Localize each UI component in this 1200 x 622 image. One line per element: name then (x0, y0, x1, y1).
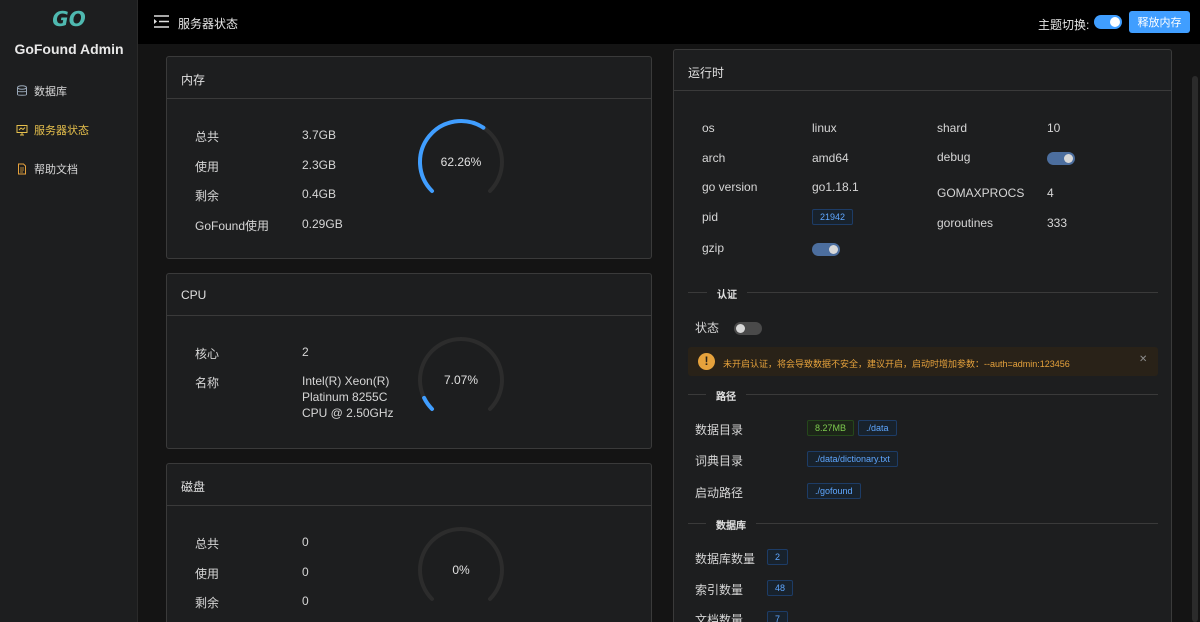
theme-switch-label: 主题切换: (1038, 18, 1090, 32)
sidebar-item-label: 服务器状态 (34, 125, 89, 137)
runtime-goversion-value: go1.18.1 (812, 180, 859, 194)
card-title: 磁盘 (181, 480, 206, 494)
disk-free-label: 剩余 (195, 596, 220, 610)
svg-text:GO: GO (52, 8, 85, 30)
index-count-tag: 48 (767, 580, 794, 596)
disk-total-label: 总共 (195, 537, 220, 551)
runtime-os-key: os (702, 121, 715, 135)
memory-gauge-text: 62.26% (440, 155, 482, 169)
card-divider (167, 315, 651, 316)
cpu-card: CPU 核心 2 名称 Intel(R) Xeon(R) Platinum 82… (166, 273, 652, 449)
memory-total-value: 3.7GB (302, 128, 337, 142)
card-title: 内存 (181, 73, 206, 87)
db-count-label: 数据库数量 (695, 552, 756, 566)
card-title: CPU (181, 288, 207, 302)
auth-status-switch[interactable] (734, 322, 762, 335)
cpu-name-label: 名称 (195, 376, 220, 390)
data-dir-label: 数据目录 (695, 423, 744, 437)
theme-toggle[interactable] (1094, 15, 1122, 29)
disk-used-value: 0 (302, 565, 309, 579)
debug-switch[interactable] (1047, 152, 1075, 165)
db-count-tag: 2 (767, 549, 789, 565)
cpu-name-value: Intel(R) Xeon(R) Platinum 8255C CPU @ 2.… (302, 373, 394, 421)
disk-free-value: 0 (302, 594, 309, 608)
path-section-label: 路径 (706, 388, 746, 403)
runtime-goroutines-key: goroutines (937, 216, 994, 230)
sidebar-item-label: 数据库 (34, 86, 67, 98)
data-dir-path-tag: ./data (858, 420, 897, 436)
sidebar-item-database[interactable]: 数据库 (16, 81, 67, 101)
memory-free-label: 剩余 (195, 189, 220, 203)
auth-warning-text: 未开启认证，将会导致数据不安全，建议开启，启动时增加参数：--auth=admi… (723, 359, 1070, 369)
dictionary-dir-label: 词典目录 (695, 454, 744, 468)
runtime-goversion-key: go version (702, 180, 758, 194)
memory-card: 内存 总共 3.7GB 使用 2.3GB 剩余 0.4GB GoFound使用 … (166, 56, 652, 259)
close-icon[interactable]: ✕ (1139, 354, 1147, 365)
runtime-debug-key: debug (937, 150, 971, 164)
runtime-os-value: linux (812, 121, 837, 135)
exclamation-icon: ! (698, 353, 715, 370)
doc-count-label: 文档数量 (695, 613, 744, 622)
gofound-logo: GO (50, 7, 88, 31)
document-icon (18, 163, 26, 175)
memory-gofound-value: 0.29GB (302, 217, 343, 231)
cpu-name-line: Platinum 8255C (302, 390, 388, 404)
sidebar: GO GoFound Admin 数据库 服务器状态 帮助文档 (0, 0, 138, 622)
card-title: 运行时 (688, 66, 725, 80)
sidebar-item-label: 帮助文档 (34, 164, 78, 176)
auth-status-label: 状态 (695, 321, 720, 335)
card-divider (167, 98, 651, 99)
disk-total-value: 0 (302, 535, 309, 549)
cpu-name-line: Intel(R) Xeon(R) (302, 374, 390, 388)
memory-gofound-label: GoFound使用 (195, 219, 270, 233)
cpu-name-line: CPU @ 2.50GHz (302, 406, 394, 420)
card-divider (674, 90, 1171, 91)
card-divider (167, 505, 651, 506)
runtime-arch-value: amd64 (812, 151, 849, 165)
memory-used-value: 2.3GB (302, 158, 337, 172)
runtime-gzip-key: gzip (702, 241, 725, 255)
auth-warning-alert: ! 未开启认证，将会导致数据不安全，建议开启，启动时增加参数：--auth=ad… (688, 347, 1158, 376)
cpu-gauge-text: 7.07% (443, 373, 479, 387)
sidebar-item-help-docs[interactable]: 帮助文档 (16, 159, 78, 179)
runtime-arch-key: arch (702, 151, 726, 165)
release-memory-button[interactable]: 释放内存 (1129, 11, 1190, 33)
doc-count-tag: 7 (767, 611, 789, 622)
runtime-gomaxprocs-key: GOMAXPROCS (937, 186, 1025, 200)
startup-path-tag: ./gofound (807, 483, 861, 499)
menu-fold-icon[interactable] (154, 15, 169, 28)
auth-section-label: 认证 (707, 286, 747, 301)
section-divider (688, 292, 1158, 293)
section-divider (688, 523, 1158, 524)
database-icon (17, 85, 27, 96)
monitor-icon (16, 125, 28, 136)
data-dir-size-tag: 8.27MB (807, 420, 855, 436)
database-section-label: 数据库 (706, 517, 756, 532)
page-scrollbar[interactable] (1192, 76, 1198, 622)
runtime-gomaxprocs-value: 4 (1047, 186, 1054, 200)
sidebar-item-server-status[interactable]: 服务器状态 (16, 120, 89, 140)
runtime-shard-key: shard (937, 121, 968, 135)
startup-path-label: 启动路径 (695, 486, 744, 500)
cpu-cores-label: 核心 (195, 347, 220, 361)
runtime-shard-value: 10 (1047, 121, 1061, 135)
memory-used-label: 使用 (195, 160, 220, 174)
disk-card: 磁盘 总共 0 使用 0 剩余 0 0% (166, 463, 652, 622)
gzip-switch[interactable] (812, 243, 840, 256)
page-title: 服务器状态 (178, 17, 239, 31)
disk-gauge-text: 0% (452, 563, 470, 577)
dictionary-dir-tag: ./data/dictionary.txt (807, 451, 898, 467)
runtime-goroutines-value: 333 (1047, 216, 1068, 230)
app-title: GoFound Admin (14, 41, 124, 57)
cpu-cores-value: 2 (302, 345, 309, 359)
memory-free-value: 0.4GB (302, 187, 337, 201)
disk-used-label: 使用 (195, 567, 220, 581)
index-count-label: 索引数量 (695, 583, 744, 597)
top-header: 服务器状态 主题切换: 释放内存 (138, 0, 1200, 44)
runtime-pid-key: pid (702, 210, 719, 224)
runtime-card: 运行时 (673, 49, 1172, 622)
runtime-pid-tag: 21942 (812, 209, 854, 225)
section-divider (688, 394, 1158, 395)
memory-total-label: 总共 (195, 130, 220, 144)
